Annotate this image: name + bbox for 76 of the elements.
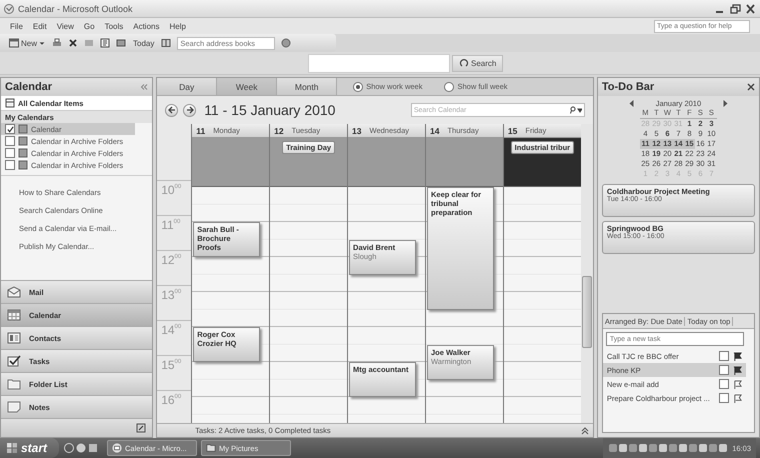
checkbox[interactable] — [5, 148, 15, 158]
menu-item[interactable]: Actions — [133, 22, 160, 30]
window-title: Calendar - Microsoft Outlook — [18, 4, 134, 14]
search-icon — [459, 58, 469, 68]
checkbox[interactable] — [5, 136, 15, 146]
new-button[interactable]: New — [8, 38, 46, 48]
note-icon — [7, 401, 21, 413]
search-field[interactable] — [308, 54, 450, 72]
menu-item[interactable]: Go — [84, 22, 95, 30]
calendar-icon — [5, 98, 15, 108]
hour-label: 11$^{00}$ — [161, 219, 180, 231]
checkbox[interactable] — [719, 365, 729, 375]
checkbox[interactable] — [5, 160, 15, 170]
menu-item[interactable]: Help — [169, 22, 186, 30]
flag-icon[interactable] — [733, 394, 742, 402]
radio-button[interactable] — [353, 82, 364, 92]
menu-item[interactable]: File — [10, 22, 23, 30]
checkbox[interactable] — [719, 351, 729, 361]
day-number: 15 — [508, 126, 518, 136]
calendar-icon[interactable] — [100, 38, 110, 48]
search-icon[interactable] — [570, 106, 582, 114]
tasks-icon — [7, 355, 21, 367]
folder-icon — [7, 378, 21, 390]
hour-label: 15$^{00}$ — [161, 359, 182, 371]
today-button[interactable]: Today — [132, 38, 156, 48]
back-button[interactable] — [165, 104, 178, 116]
collapse-icon[interactable] — [140, 84, 148, 90]
configure-icon[interactable] — [136, 423, 146, 433]
calendar-icon — [9, 38, 19, 48]
contacts-icon — [7, 332, 21, 344]
next-month-icon[interactable] — [723, 100, 728, 107]
previous-month-icon[interactable] — [628, 100, 634, 107]
flag-icon[interactable] — [733, 352, 742, 360]
checkbox[interactable] — [5, 124, 15, 134]
back-arrow-icon — [168, 106, 176, 114]
flag-icon[interactable] — [733, 366, 742, 374]
menu-item[interactable]: View — [56, 22, 74, 30]
windows-logo-icon — [6, 442, 18, 454]
view-tab[interactable]: Day — [157, 78, 218, 95]
hour-label: 13$^{00}$ — [161, 289, 182, 301]
hour-label: 12$^{00}$ — [161, 254, 182, 266]
print-icon[interactable] — [52, 38, 62, 48]
pane-title: Calendar — [5, 81, 52, 93]
day-number: 12 — [274, 126, 284, 136]
menu-item[interactable]: Edit — [32, 22, 47, 30]
hour-label: 10$^{00}$ — [161, 184, 182, 196]
view-tab[interactable]: Week — [217, 78, 278, 95]
folder-icon — [206, 443, 216, 453]
expand-icon[interactable] — [580, 426, 589, 434]
delete-icon[interactable] — [68, 38, 78, 48]
forward-arrow-icon — [186, 106, 194, 114]
day-number: 14 — [430, 126, 440, 136]
radio-button[interactable] — [444, 82, 454, 92]
restore-icon[interactable] — [730, 4, 741, 14]
forward-button[interactable] — [183, 104, 196, 116]
calendar-icon — [7, 309, 21, 321]
hour-label: 14$^{00}$ — [161, 324, 182, 336]
checkbox[interactable] — [719, 393, 729, 403]
scrollbar[interactable] — [580, 124, 593, 423]
address-book-icon[interactable] — [161, 38, 172, 48]
pane-title: To-Do Bar — [602, 81, 654, 93]
close-icon[interactable] — [745, 4, 756, 14]
view-tab[interactable]: Month — [277, 78, 338, 95]
hour-label: 16$^{00}$ — [161, 394, 182, 406]
day-number: 13 — [352, 126, 362, 136]
day-number: 11 — [196, 126, 206, 136]
close-icon[interactable] — [747, 83, 755, 91]
checkbox[interactable] — [719, 379, 729, 389]
date-range: 11 - 15 January 2010 — [204, 102, 336, 118]
app-icon — [4, 4, 14, 14]
start-button[interactable]: start — [0, 438, 60, 458]
search-button[interactable]: Search — [452, 54, 504, 72]
tray-icons-drawing[interactable] — [608, 442, 728, 454]
flag-icon[interactable] — [733, 380, 742, 388]
mail-icon — [7, 286, 21, 298]
menu-item[interactable]: Tools — [104, 22, 124, 30]
